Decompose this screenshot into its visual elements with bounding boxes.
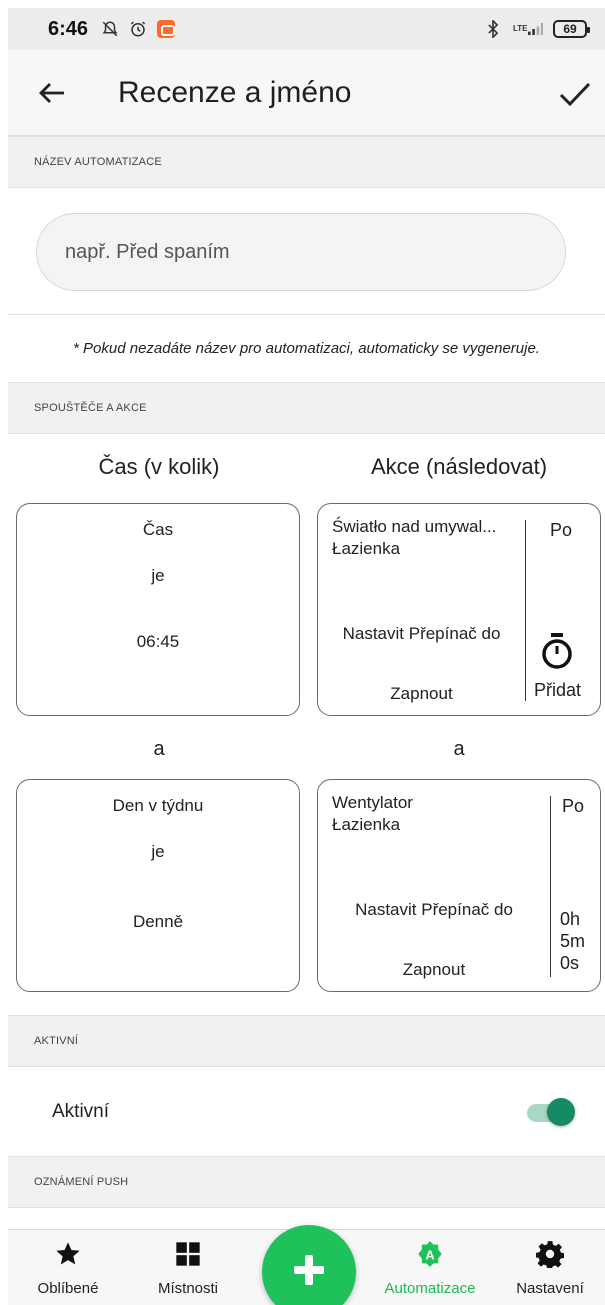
active-toggle[interactable] xyxy=(527,1096,575,1128)
condition-card-weekday[interactable]: Den v týdnu je Denně xyxy=(16,779,300,992)
action-command: Nastavit Přepínač do xyxy=(355,900,513,919)
nav-item-settings[interactable]: Nastavení xyxy=(490,1230,605,1305)
svg-text:A: A xyxy=(425,1247,434,1262)
action-device-name: Światło nad umywal... xyxy=(332,517,497,536)
condition-value: 06:45 xyxy=(136,632,180,651)
name-hint: * Pokud nezadáte název pro automatizaci,… xyxy=(73,340,540,357)
condition-title: Čas xyxy=(142,520,174,539)
network-type: LTE xyxy=(513,24,528,33)
nav-item-automation[interactable]: A Automatizace xyxy=(370,1230,490,1305)
battery-indicator: 69 xyxy=(553,20,590,38)
action-device-name: Wentylator xyxy=(332,793,413,812)
signal-icon: LTE xyxy=(513,19,543,39)
actions-column-title: Akce (následovat) xyxy=(370,454,548,479)
delay-hours: 0h xyxy=(560,909,581,929)
timer-icon[interactable] xyxy=(540,632,574,670)
actions-connector: a xyxy=(453,738,465,760)
nav-label: Nastavení xyxy=(516,1280,584,1297)
divider xyxy=(525,520,526,701)
condition-title: Den v týdnu xyxy=(112,796,204,815)
action-card-fan[interactable]: Wentylator Łazienka Nastavit Přepínač do… xyxy=(317,779,601,992)
action-room: Łazienka xyxy=(332,539,401,558)
action-delay-label: Po xyxy=(550,520,573,540)
app-screen: 6:46 LTE 69 Recenze a jméno NÁZEV AUTOMA… xyxy=(8,8,605,1305)
confirm-check-icon[interactable] xyxy=(557,76,593,112)
action-device: Wentylator Łazienka xyxy=(332,792,532,836)
nav-label: Automatizace xyxy=(384,1280,476,1297)
action-device: Światło nad umywal... Łazienka xyxy=(332,516,532,560)
section-header-push: OZNÁMENÍ PUSH xyxy=(8,1156,605,1208)
conditions-column-title: Čas (v kolik) xyxy=(98,454,220,479)
nav-item-favorites[interactable]: Oblíbené xyxy=(8,1230,128,1305)
divider xyxy=(550,796,551,977)
star-icon xyxy=(54,1240,82,1268)
nav-item-rooms[interactable]: Místnosti xyxy=(128,1230,248,1305)
conditions-connector: a xyxy=(153,738,165,760)
delay-seconds: 0s xyxy=(560,953,580,973)
app-bar: Recenze a jméno xyxy=(8,50,605,136)
condition-operator: je xyxy=(151,566,165,585)
grid-icon xyxy=(174,1240,202,1268)
notifications-off-icon xyxy=(100,19,120,39)
action-card-light[interactable]: Światło nad umywal... Łazienka Nastavit … xyxy=(317,503,601,716)
status-time: 6:46 xyxy=(48,17,89,40)
condition-operator: je xyxy=(151,842,165,861)
alarm-icon xyxy=(128,19,148,39)
gear-icon xyxy=(536,1240,564,1270)
nav-label: Oblíbené xyxy=(37,1280,99,1297)
page-title: Recenze a jméno xyxy=(118,76,352,109)
section-header-active: AKTIVNÍ xyxy=(8,1015,605,1067)
plus-icon xyxy=(292,1253,326,1292)
action-state: Zapnout xyxy=(402,960,466,979)
status-bar: 6:46 LTE 69 xyxy=(8,8,605,50)
automation-icon: A xyxy=(416,1240,444,1268)
toggle-knob xyxy=(547,1098,575,1126)
action-delay-value[interactable]: 0h 5m 0s xyxy=(560,908,585,974)
action-state: Zapnout xyxy=(390,684,453,703)
active-label: Aktivní xyxy=(52,1101,110,1122)
action-command: Nastavit Přepínač do xyxy=(342,624,501,643)
automation-name-input[interactable]: např. Před spaním xyxy=(36,213,566,291)
back-arrow-icon[interactable] xyxy=(36,77,68,109)
nav-label: Místnosti xyxy=(157,1280,218,1297)
delay-minutes: 5m xyxy=(560,931,586,951)
app-notification-icon xyxy=(156,19,176,39)
bluetooth-icon xyxy=(483,19,503,39)
action-delay-label: Po xyxy=(562,796,585,816)
active-row: Aktivní xyxy=(8,1068,605,1156)
divider xyxy=(8,314,605,315)
condition-value: Denně xyxy=(132,912,184,931)
section-header-name: NÁZEV AUTOMATIZACE xyxy=(8,136,605,188)
action-room: Łazienka xyxy=(332,815,401,834)
add-delay-button[interactable]: Přidat xyxy=(534,680,581,701)
condition-card-time[interactable]: Čas je 06:45 xyxy=(16,503,300,716)
section-header-triggers: SPOUŠTĚČE A AKCE xyxy=(8,382,605,434)
